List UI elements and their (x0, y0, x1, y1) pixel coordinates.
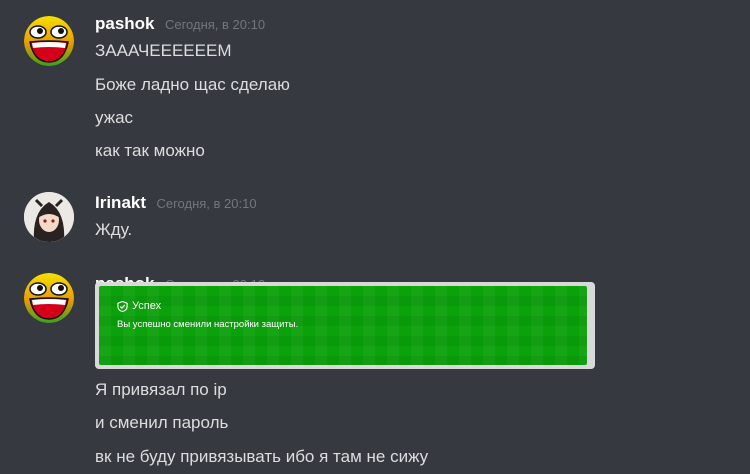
author-name[interactable]: Irinakt (95, 193, 146, 212)
message-header: Irinakt Сегодня, в 20:10 (95, 193, 257, 213)
timestamp[interactable]: Сегодня, в 20:10 (165, 17, 265, 32)
banner-title: Успех (117, 300, 161, 312)
message-text: вк не буду привязывать ибо я там не сижу (95, 447, 429, 466)
message-text: ужас (95, 108, 134, 127)
message-text: Боже ладно щас сделаю (95, 75, 290, 94)
user-avatar[interactable] (24, 192, 74, 242)
author-name[interactable]: pashok (95, 14, 155, 33)
message-text: ЗАААЧЕЕЕЕЕЕМ (95, 41, 232, 60)
image-attachment[interactable]: Успех Вы успешно сменили настройки защит… (95, 282, 595, 369)
success-banner: Успех Вы успешно сменили настройки защит… (99, 286, 587, 365)
shield-check-icon (117, 300, 128, 312)
message-header: pashok Сегодня, в 20:10 (95, 14, 265, 34)
message-text: Жду. (95, 220, 133, 239)
banner-text: Вы успешно сменили настройки защиты. (117, 319, 299, 330)
message-text: и сменил пароль (95, 413, 229, 432)
user-avatar[interactable] (24, 273, 74, 323)
anime-girl-avatar-icon (24, 192, 74, 242)
user-avatar[interactable] (24, 16, 74, 66)
message-text: Я привязал по ip (95, 380, 227, 399)
timestamp[interactable]: Сегодня, в 20:10 (156, 196, 256, 211)
message-text: как так можно (95, 141, 205, 160)
awesome-face-icon (24, 16, 74, 66)
awesome-face-icon (24, 273, 74, 323)
banner-title-text: Успех (132, 300, 162, 312)
